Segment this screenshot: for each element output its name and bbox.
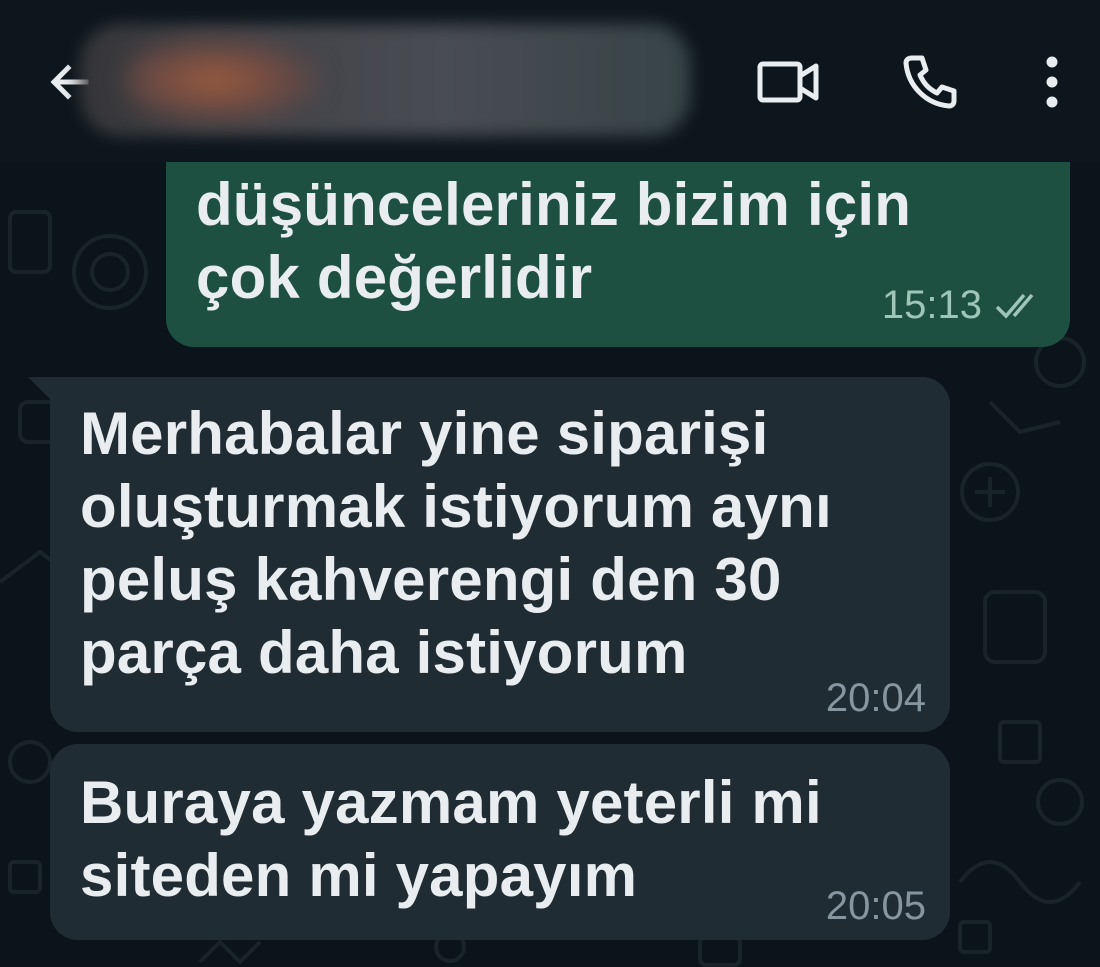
message-text: Merhabalar yine siparişi oluşturmak isti… [80, 400, 832, 686]
message-time: 15:13 [881, 283, 982, 327]
phone-icon [903, 55, 957, 109]
more-options-button[interactable] [1020, 50, 1084, 114]
video-call-button[interactable] [756, 50, 820, 114]
message-time: 20:04 [825, 676, 926, 720]
more-vert-icon [1046, 56, 1058, 108]
bubble-tail [28, 377, 52, 401]
voice-call-button[interactable] [898, 50, 962, 114]
outgoing-message[interactable]: düşünceleriniz bizim için çok değerlidir… [166, 162, 1070, 347]
message-text: Buraya yazmam yeterli mi siteden mi yapa… [80, 769, 822, 909]
read-ticks-icon [995, 293, 1034, 319]
avatar[interactable] [125, 34, 325, 126]
video-call-icon [757, 61, 819, 103]
incoming-message[interactable]: Buraya yazmam yeterli mi siteden mi yapa… [50, 744, 950, 940]
incoming-message[interactable]: Merhabalar yine siparişi oluşturmak isti… [50, 377, 950, 732]
message-list[interactable]: düşünceleriniz bizim için çok değerlidir… [0, 162, 1100, 967]
chat-screen: düşünceleriniz bizim için çok değerlidir… [0, 0, 1100, 967]
chat-header [0, 0, 1100, 162]
message-time: 20:05 [825, 884, 926, 928]
contact-info[interactable] [80, 24, 690, 136]
